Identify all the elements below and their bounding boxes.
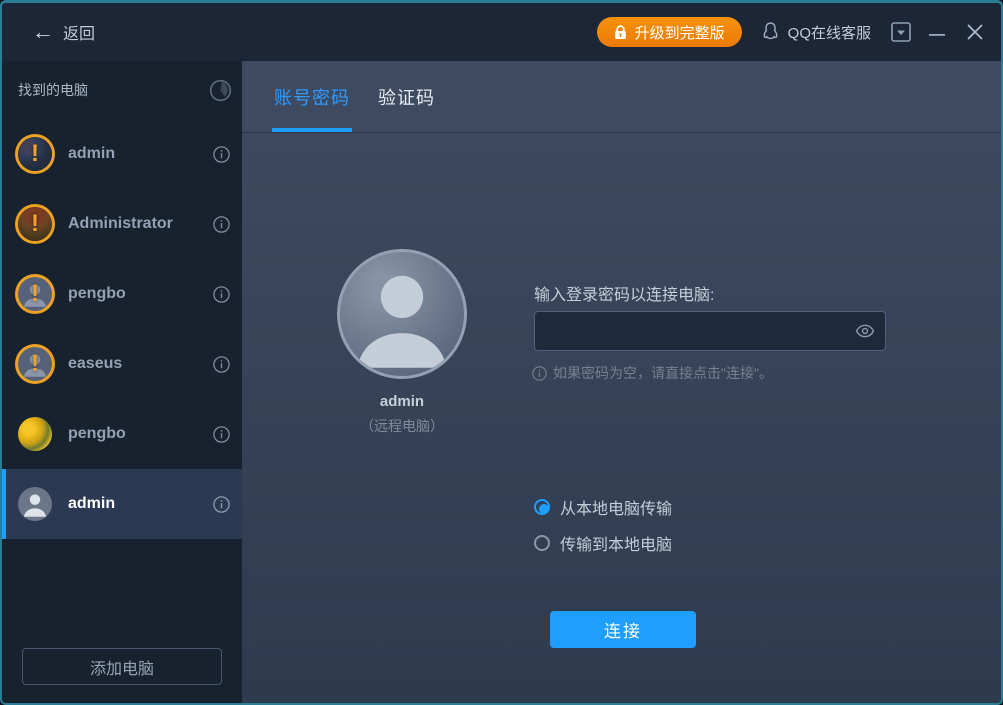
lock-icon xyxy=(614,24,627,40)
qq-support-label: QQ在线客服 xyxy=(787,24,871,42)
qq-support-button[interactable]: QQ在线客服 xyxy=(760,21,871,44)
qq-penguin-icon xyxy=(760,21,781,44)
computer-avatar xyxy=(18,417,52,451)
back-button[interactable]: ← 返回 xyxy=(32,20,95,44)
info-icon[interactable] xyxy=(213,215,230,233)
password-label: 输入登录密码以连接电脑: xyxy=(534,287,715,304)
tab-bar: 账号密码 验证码 xyxy=(242,61,1001,133)
computer-name: pengbo xyxy=(68,285,126,302)
computer-name: easeus xyxy=(68,355,123,372)
info-icon[interactable] xyxy=(213,425,230,443)
computer-avatar: ! xyxy=(18,137,52,171)
info-icon[interactable] xyxy=(213,285,230,303)
password-field-container xyxy=(534,311,886,351)
found-computers-title: 找到的电脑 xyxy=(18,82,88,98)
hint-info-icon xyxy=(532,365,547,381)
computer-list-item-admin-1[interactable]: ! admin xyxy=(2,119,242,189)
warning-exclamation-icon: ! xyxy=(31,280,39,307)
app-window: ← 返回 升级到完整版 QQ在线客服 找到的电脑 ! admin ! Admin… xyxy=(0,0,1003,705)
computer-name: pengbo xyxy=(68,425,126,442)
computer-list-item-administrator[interactable]: ! Administrator xyxy=(2,189,242,259)
radio-selected-icon[interactable] xyxy=(534,499,550,515)
option-transfer-from-local[interactable]: 从本地电脑传输 xyxy=(534,495,672,519)
computer-list-item-pengbo-1[interactable]: ! pengbo xyxy=(2,259,242,329)
upgrade-label: 升级到完整版 xyxy=(634,24,725,42)
password-input[interactable] xyxy=(535,312,855,350)
remote-computer-name: admin xyxy=(379,393,425,410)
warning-exclamation-icon: ! xyxy=(31,140,39,167)
computer-name: Administrator xyxy=(68,215,173,232)
computer-name: admin xyxy=(68,145,116,162)
computer-avatar xyxy=(18,487,52,521)
option-transfer-to-local[interactable]: 传输到本地电脑 xyxy=(534,531,672,555)
computer-avatar: ! xyxy=(18,207,52,241)
info-icon[interactable] xyxy=(213,145,230,163)
add-computer-label: 添加电脑 xyxy=(89,660,154,678)
sidebar: 找到的电脑 ! admin ! Administrator ! pengbo !… xyxy=(2,61,242,703)
connect-panel: admin （远程电脑） 输入登录密码以连接电脑: 如果密码为空，请直接点击"连… xyxy=(242,133,1001,703)
minimize-button[interactable] xyxy=(925,20,949,44)
radio-unselected-icon[interactable] xyxy=(534,535,550,551)
remote-computer-avatar xyxy=(337,249,467,379)
add-computer-button[interactable]: 添加电脑 xyxy=(22,648,222,685)
computer-avatar: ! xyxy=(18,277,52,311)
back-arrow-icon: ← xyxy=(32,19,54,44)
info-icon[interactable] xyxy=(213,495,230,513)
close-button[interactable] xyxy=(963,20,987,44)
computer-name: admin xyxy=(68,495,116,512)
upgrade-button[interactable]: 升级到完整版 xyxy=(596,17,742,47)
sidebar-header: 找到的电脑 xyxy=(2,61,242,119)
tab-account-password[interactable]: 账号密码 xyxy=(272,84,352,132)
info-icon[interactable] xyxy=(213,355,230,373)
warning-exclamation-icon: ! xyxy=(31,210,39,237)
connect-button-label: 连接 xyxy=(604,622,642,641)
remote-computer-type-label: （远程电脑） xyxy=(360,418,444,434)
dropdown-menu-button[interactable] xyxy=(889,20,913,44)
back-label: 返回 xyxy=(63,26,96,43)
computer-avatar: ! xyxy=(18,347,52,381)
password-hint-text: 如果密码为空，请直接点击"连接"。 xyxy=(553,365,773,381)
password-hint: 如果密码为空，请直接点击"连接"。 xyxy=(532,363,773,383)
scanning-progress-icon xyxy=(209,79,232,102)
connect-button[interactable]: 连接 xyxy=(550,611,696,648)
computer-list-item-pengbo-2[interactable]: pengbo xyxy=(2,399,242,469)
main-panel: 账号密码 验证码 admin （远程电脑） 输入登录密码以连接电脑: 如果密码为… xyxy=(242,61,1001,703)
show-password-eye-icon[interactable] xyxy=(855,324,875,338)
warning-exclamation-icon: ! xyxy=(31,350,39,377)
computer-list-item-easeus[interactable]: ! easeus xyxy=(2,329,242,399)
tab-verification-code[interactable]: 验证码 xyxy=(378,84,435,132)
option-label: 从本地电脑传输 xyxy=(560,501,673,518)
computer-list: ! admin ! Administrator ! pengbo ! easeu… xyxy=(2,119,242,539)
titlebar: ← 返回 升级到完整版 QQ在线客服 xyxy=(2,3,1001,61)
computer-list-item-admin-2-selected[interactable]: admin xyxy=(2,469,242,539)
option-label: 传输到本地电脑 xyxy=(560,537,673,554)
